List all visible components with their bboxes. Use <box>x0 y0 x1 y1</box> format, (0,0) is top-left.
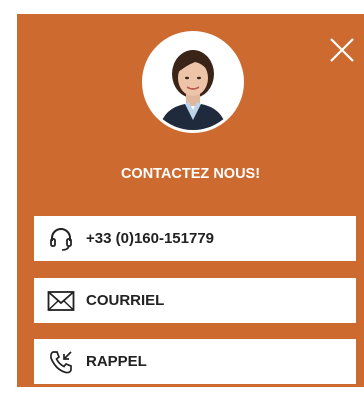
callback-button[interactable]: RAPPEL <box>34 339 356 384</box>
callback-phone-icon <box>46 349 76 375</box>
close-icon[interactable] <box>329 37 355 63</box>
contact-heading: CONTACTEZ NOUS! <box>120 166 261 182</box>
headset-icon <box>46 226 76 252</box>
phone-label: +33 (0)160-151779 <box>86 230 215 247</box>
callback-label: RAPPEL <box>86 353 147 370</box>
phone-button[interactable]: +33 (0)160-151779 <box>34 216 356 261</box>
avatar <box>145 34 241 130</box>
contact-widget: CONTACTEZ NOUS! +33 (0)160-151779 COURRI… <box>17 14 364 387</box>
envelope-icon <box>46 288 76 314</box>
email-label: COURRIEL <box>86 292 165 309</box>
email-button[interactable]: COURRIEL <box>34 278 356 323</box>
